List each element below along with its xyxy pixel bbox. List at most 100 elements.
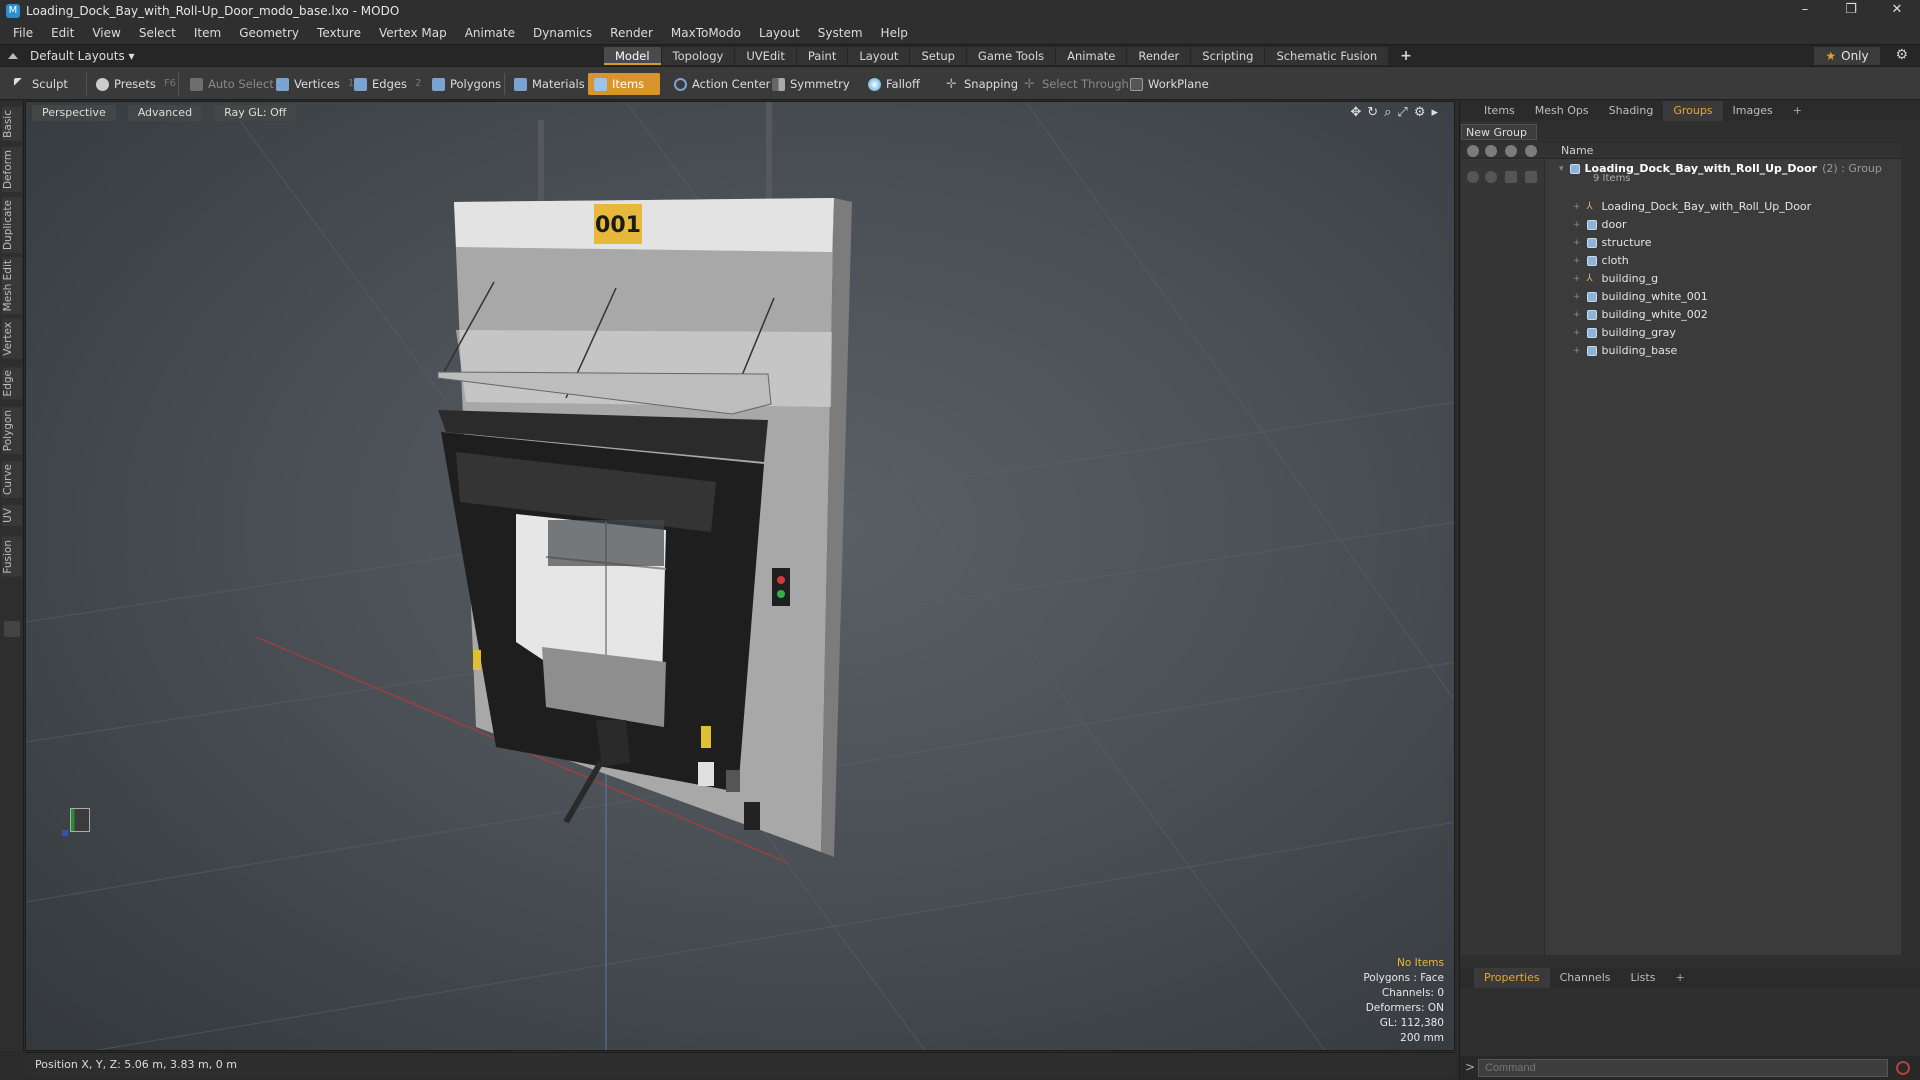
viewport-settings-icon[interactable]: ⚙ [1414,105,1426,120]
list-item[interactable]: + door [1573,216,1627,234]
snapping-button[interactable]: ✛ Snapping [940,73,1024,95]
command-input[interactable] [1478,1059,1888,1077]
sculpt-button[interactable]: Sculpt [8,73,74,95]
group-select-checkbox[interactable] [1525,171,1537,183]
collapse-arrow-icon[interactable] [8,53,18,59]
only-button[interactable]: ★ Only [1814,47,1880,65]
tab-items[interactable]: Items [1474,101,1525,121]
close-button[interactable]: ✕ [1874,0,1920,22]
polygons-button[interactable]: Polygons [426,73,507,95]
tab-scripting[interactable]: Scripting [1191,47,1265,65]
tab-render[interactable]: Render [1127,47,1191,65]
menu-dynamics[interactable]: Dynamics [524,26,601,40]
select-col-icon[interactable] [1525,145,1537,157]
edges-button[interactable]: Edges 2 [348,73,427,95]
tab-animate[interactable]: Animate [1056,47,1127,65]
vtab-duplicate[interactable]: Duplicate [2,197,22,254]
tab-channels[interactable]: Channels [1550,968,1621,988]
gear-icon[interactable]: ⚙ [1895,47,1908,63]
default-layouts-dropdown[interactable]: Default Layouts ▾ [8,47,135,65]
vtab-mesh-edit[interactable]: Mesh Edit [2,257,22,315]
tab-lists[interactable]: Lists [1621,968,1666,988]
rotate-icon[interactable]: ↻ [1367,105,1378,120]
group-visibility-eye-icon[interactable] [1467,171,1479,183]
menu-vertex-map[interactable]: Vertex Map [370,26,456,40]
lock-col-icon[interactable] [1505,145,1517,157]
vtab-deform[interactable]: Deform [2,147,22,193]
expand-arrow-icon[interactable]: ▾ [1559,160,1564,178]
tab-setup[interactable]: Setup [910,47,966,65]
tab-images[interactable]: Images [1723,101,1783,121]
list-item[interactable]: + building_gray [1573,324,1676,342]
tab-groups[interactable]: Groups [1663,101,1723,121]
list-item[interactable]: + cloth [1573,252,1629,270]
menu-animate[interactable]: Animate [456,26,524,40]
tab-layout[interactable]: Layout [848,47,910,65]
menu-texture[interactable]: Texture [308,26,370,40]
tab-topology[interactable]: Topology [661,47,735,65]
list-item[interactable]: + building_white_001 [1573,288,1708,306]
tab-schematic-fusion[interactable]: Schematic Fusion [1265,47,1389,65]
list-item[interactable]: + ⅄ Loading_Dock_Bay_with_Roll_Up_Door [1573,198,1811,216]
vtab-basic[interactable]: Basic [2,107,22,141]
shading-dropdown[interactable]: Advanced [127,105,203,121]
raygl-toggle[interactable]: Ray GL: Off [214,105,297,121]
menu-help[interactable]: Help [872,26,917,40]
vtab-polygon[interactable]: Polygon [2,407,22,455]
items-button[interactable]: Items [588,73,660,95]
auto-select-button[interactable]: Auto Select [184,73,280,95]
tab-game-tools[interactable]: Game Tools [966,47,1056,65]
restore-button[interactable]: ❐ [1828,0,1874,22]
tab-shading[interactable]: Shading [1599,101,1664,121]
visibility-col-icon[interactable] [1467,145,1479,157]
presets-button[interactable]: Presets F6 [90,73,182,95]
group-lock-checkbox[interactable] [1505,171,1517,183]
menu-file[interactable]: File [4,26,42,40]
menu-layout[interactable]: Layout [750,26,809,40]
vtab-edge[interactable]: Edge [2,367,22,400]
viewport-menu-arrow-icon[interactable]: ▸ [1431,105,1438,120]
pan-icon[interactable]: ✥ [1350,105,1361,120]
command-history-icon[interactable] [1896,1061,1910,1075]
render-col-icon[interactable] [1485,145,1497,157]
tab-paint[interactable]: Paint [796,47,848,65]
vtab-uv[interactable]: UV [2,505,22,526]
tab-properties[interactable]: Properties [1474,968,1550,988]
vertices-button[interactable]: Vertices 1 [270,73,360,95]
zoom-icon[interactable]: ⌕ [1384,105,1391,120]
vtab-curve[interactable]: Curve [2,461,22,498]
menu-select[interactable]: Select [130,26,185,40]
symmetry-button[interactable]: Symmetry [766,73,856,95]
new-group-button[interactable]: New Group [1461,124,1537,140]
list-item[interactable]: + building_white_002 [1573,306,1708,324]
workplane-button[interactable]: WorkPlane [1124,73,1215,95]
tab-uvedit[interactable]: UVEdit [735,47,796,65]
menu-maxtomodo[interactable]: MaxToModo [662,26,750,40]
vtab-fusion[interactable]: Fusion [2,537,22,577]
add-tab-button[interactable]: + [1389,47,1423,65]
materials-button[interactable]: Materials [508,73,591,95]
falloff-button[interactable]: Falloff [862,73,926,95]
vtab-vertex[interactable]: Vertex [2,319,22,359]
minimize-button[interactable]: – [1782,0,1828,22]
list-item[interactable]: + structure [1573,234,1651,252]
menu-item[interactable]: Item [185,26,230,40]
menu-view[interactable]: View [83,26,129,40]
fit-icon[interactable]: ⤢ [1397,105,1407,120]
menu-render[interactable]: Render [601,26,662,40]
tab-mesh-ops[interactable]: Mesh Ops [1525,101,1599,121]
3d-viewport[interactable]: 001 Perspective Advanced Ray GL: Off ✥ ↻… [25,101,1455,1051]
add-panel-tab-button[interactable]: + [1783,101,1812,121]
list-item[interactable]: + building_base [1573,342,1677,360]
add-properties-tab-button[interactable]: + [1665,968,1694,988]
menu-geometry[interactable]: Geometry [230,26,308,40]
name-column-header[interactable]: Name [1561,144,1593,157]
select-through-button[interactable]: ✛ Select Through [1018,73,1135,95]
group-render-toggle-icon[interactable] [1485,171,1497,183]
list-item[interactable]: + ⅄ building_g [1573,270,1658,288]
menu-edit[interactable]: Edit [42,26,83,40]
menu-system[interactable]: System [809,26,872,40]
action-center-button[interactable]: Action Center [668,73,776,95]
tab-model[interactable]: Model [604,47,661,65]
perspective-dropdown[interactable]: Perspective [32,105,116,121]
